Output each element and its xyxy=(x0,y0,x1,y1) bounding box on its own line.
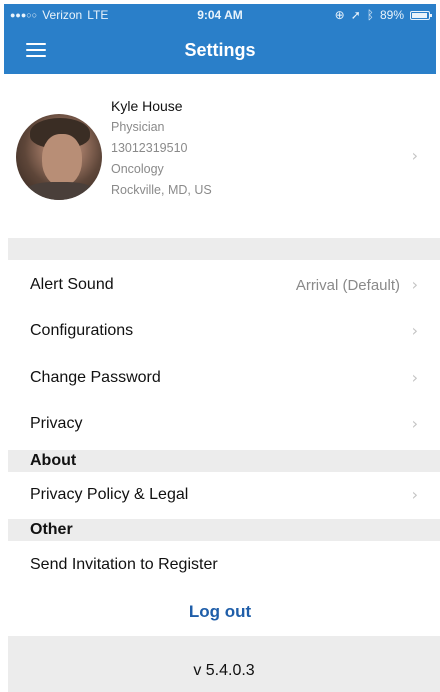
alarm-icon: ⊕ xyxy=(334,8,345,22)
about-section-header: About xyxy=(8,450,440,472)
logout-button[interactable]: Log out xyxy=(0,602,440,622)
privacy-row[interactable]: Privacy › xyxy=(0,401,440,447)
change-password-label: Change Password xyxy=(30,369,161,386)
alert-sound-label: Alert Sound xyxy=(30,276,114,293)
page-title: Settings xyxy=(184,40,256,60)
footer: v 5.4.0.3 xyxy=(8,636,440,692)
section-divider xyxy=(8,238,440,260)
profile-specialty: Oncology xyxy=(111,162,164,176)
avatar xyxy=(16,114,102,200)
send-invitation-row[interactable]: Send Invitation to Register xyxy=(0,542,440,588)
profile-location: Rockville, MD, US xyxy=(111,183,212,197)
other-section-header: Other xyxy=(8,519,440,541)
chevron-right-icon: › xyxy=(411,485,418,504)
status-right: ⊕ ➚ ᛒ 89% xyxy=(334,8,432,22)
chevron-right-icon: › xyxy=(411,414,418,433)
nav-bar: Settings xyxy=(4,26,436,74)
profile-card[interactable]: Kyle House Physician 13012319510 Oncolog… xyxy=(0,76,440,236)
other-section-label: Other xyxy=(30,521,73,538)
privacy-policy-label: Privacy Policy & Legal xyxy=(30,486,189,503)
app-header: ●●●○○ Verizon LTE 9:04 AM ⊕ ➚ ᛒ 89% Sett… xyxy=(4,4,436,74)
profile-name: Kyle House xyxy=(111,98,183,114)
chevron-right-icon: › xyxy=(411,146,418,165)
about-section-label: About xyxy=(30,452,77,469)
change-password-row[interactable]: Change Password › xyxy=(0,355,440,401)
app-version: v 5.4.0.3 xyxy=(193,662,255,679)
configurations-row[interactable]: Configurations › xyxy=(0,308,440,354)
battery-percent: 89% xyxy=(379,8,404,22)
battery-icon xyxy=(410,10,432,20)
bluetooth-icon: ᛒ xyxy=(366,8,374,22)
alert-sound-row[interactable]: Alert Sound Arrival (Default) › xyxy=(0,262,440,308)
chevron-right-icon: › xyxy=(411,275,418,294)
chevron-right-icon: › xyxy=(411,321,418,340)
send-invitation-label: Send Invitation to Register xyxy=(30,556,218,573)
profile-role: Physician xyxy=(111,120,165,134)
privacy-policy-row[interactable]: Privacy Policy & Legal › xyxy=(0,472,440,518)
chevron-right-icon: › xyxy=(411,368,418,387)
configurations-label: Configurations xyxy=(30,322,134,339)
status-bar: ●●●○○ Verizon LTE 9:04 AM ⊕ ➚ ᛒ 89% xyxy=(4,4,436,26)
location-icon: ➚ xyxy=(350,8,361,22)
privacy-label: Privacy xyxy=(30,415,83,432)
profile-phone: 13012319510 xyxy=(111,141,188,155)
alert-sound-value: Arrival (Default) xyxy=(295,277,400,294)
